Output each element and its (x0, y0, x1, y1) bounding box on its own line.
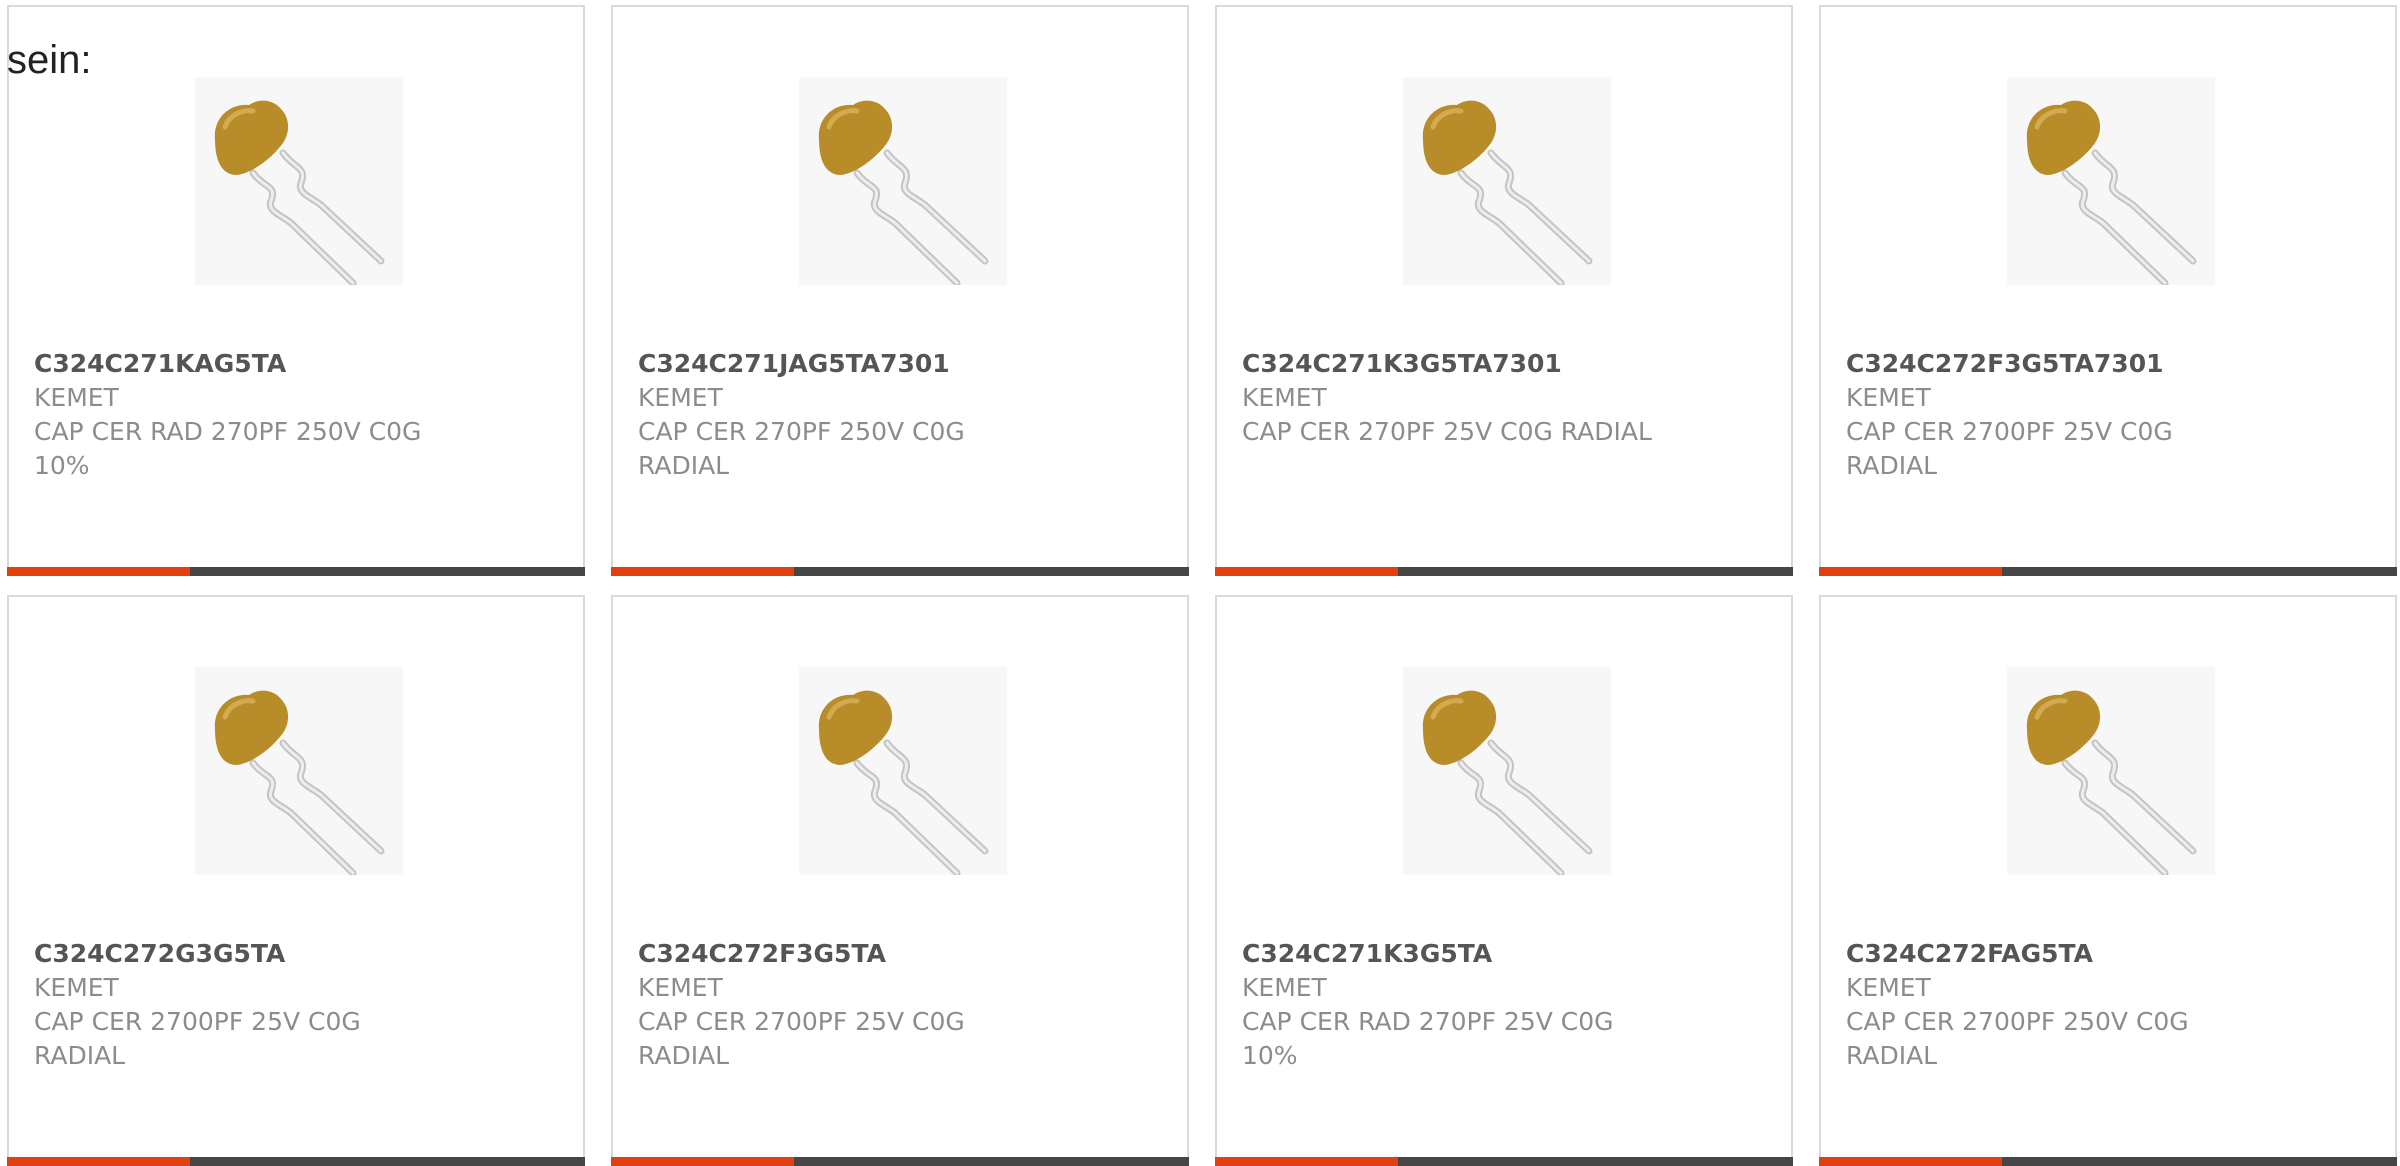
card-footer-bar (1819, 567, 2397, 576)
product-card[interactable]: C324C271K3G5TA KEMET CAP CER RAD 270PF 2… (1215, 595, 1793, 1166)
card-accent-bar (1215, 567, 1398, 576)
part-number[interactable]: C324C271KAG5TA (34, 347, 554, 381)
product-info: C324C272F3G5TA7301 KEMET CAP CER 2700PF … (1846, 347, 2366, 483)
product-image[interactable] (799, 77, 1007, 285)
card-accent-bar (611, 567, 794, 576)
radial-ceramic-capacitor-icon (1422, 690, 1593, 875)
product-description: CAP CER 2700PF 25V C0G RADIAL (34, 1007, 361, 1070)
product-description: CAP CER 270PF 25V C0G RADIAL (1242, 417, 1652, 446)
product-image[interactable] (195, 667, 403, 875)
part-number[interactable]: C324C272G3G5TA (34, 937, 554, 971)
product-description: CAP CER RAD 270PF 25V C0G 10% (1242, 1007, 1614, 1070)
product-image[interactable] (799, 667, 1007, 875)
radial-ceramic-capacitor-icon (214, 690, 385, 875)
product-info: C324C272FAG5TA KEMET CAP CER 2700PF 250V… (1846, 937, 2366, 1073)
product-description: CAP CER 270PF 250V C0G RADIAL (638, 417, 965, 480)
product-description: CAP CER 2700PF 25V C0G RADIAL (1846, 417, 2173, 480)
card-footer-bar (1819, 1157, 2397, 1166)
card-footer-bar (1215, 1157, 1793, 1166)
part-number[interactable]: C324C272F3G5TA (638, 937, 1158, 971)
product-image[interactable] (1403, 667, 1611, 875)
part-number[interactable]: C324C271K3G5TA7301 (1242, 347, 1762, 381)
product-description: CAP CER 2700PF 250V C0G RADIAL (1846, 1007, 2189, 1070)
part-number[interactable]: C324C271JAG5TA7301 (638, 347, 1158, 381)
product-image[interactable] (195, 77, 403, 285)
product-card[interactable]: C324C272FAG5TA KEMET CAP CER 2700PF 250V… (1819, 595, 2397, 1166)
card-footer-bar (1215, 567, 1793, 576)
manufacturer: KEMET (34, 383, 119, 412)
radial-ceramic-capacitor-icon (818, 100, 989, 285)
product-info: C324C271KAG5TA KEMET CAP CER RAD 270PF 2… (34, 347, 554, 483)
product-info: C324C272F3G5TA KEMET CAP CER 2700PF 25V … (638, 937, 1158, 1073)
product-image[interactable] (2007, 77, 2215, 285)
card-accent-bar (1819, 567, 2002, 576)
manufacturer: KEMET (1242, 973, 1327, 1002)
card-footer-bar (611, 1157, 1189, 1166)
card-footer-bar (7, 1157, 585, 1166)
product-card[interactable]: C324C271K3G5TA7301 KEMET CAP CER 270PF 2… (1215, 5, 1793, 576)
product-description: CAP CER 2700PF 25V C0G RADIAL (638, 1007, 965, 1070)
product-card[interactable]: C324C271JAG5TA7301 KEMET CAP CER 270PF 2… (611, 5, 1189, 576)
product-card[interactable]: C324C272F3G5TA KEMET CAP CER 2700PF 25V … (611, 595, 1189, 1166)
manufacturer: KEMET (1242, 383, 1327, 412)
intro-text: sein: (7, 38, 92, 82)
manufacturer: KEMET (638, 383, 723, 412)
product-image[interactable] (2007, 667, 2215, 875)
product-description: CAP CER RAD 270PF 250V C0G 10% (34, 417, 422, 480)
card-accent-bar (1215, 1157, 1398, 1166)
radial-ceramic-capacitor-icon (1422, 100, 1593, 285)
product-card[interactable]: C324C272F3G5TA7301 KEMET CAP CER 2700PF … (1819, 5, 2397, 576)
manufacturer: KEMET (34, 973, 119, 1002)
product-card[interactable]: C324C271KAG5TA KEMET CAP CER RAD 270PF 2… (7, 5, 585, 576)
manufacturer: KEMET (638, 973, 723, 1002)
card-footer-bar (611, 567, 1189, 576)
card-accent-bar (611, 1157, 794, 1166)
product-info: C324C271JAG5TA7301 KEMET CAP CER 270PF 2… (638, 347, 1158, 483)
part-number[interactable]: C324C272FAG5TA (1846, 937, 2366, 971)
card-accent-bar (1819, 1157, 2002, 1166)
part-number[interactable]: C324C272F3G5TA7301 (1846, 347, 2366, 381)
product-info: C324C271K3G5TA KEMET CAP CER RAD 270PF 2… (1242, 937, 1762, 1073)
radial-ceramic-capacitor-icon (214, 100, 385, 285)
radial-ceramic-capacitor-icon (818, 690, 989, 875)
product-image[interactable] (1403, 77, 1611, 285)
manufacturer: KEMET (1846, 973, 1931, 1002)
part-number[interactable]: C324C271K3G5TA (1242, 937, 1762, 971)
card-accent-bar (7, 1157, 190, 1166)
manufacturer: KEMET (1846, 383, 1931, 412)
radial-ceramic-capacitor-icon (2026, 690, 2197, 875)
radial-ceramic-capacitor-icon (2026, 100, 2197, 285)
product-card[interactable]: C324C272G3G5TA KEMET CAP CER 2700PF 25V … (7, 595, 585, 1166)
product-info: C324C271K3G5TA7301 KEMET CAP CER 270PF 2… (1242, 347, 1762, 449)
product-grid: C324C271KAG5TA KEMET CAP CER RAD 270PF 2… (7, 5, 2400, 1166)
product-info: C324C272G3G5TA KEMET CAP CER 2700PF 25V … (34, 937, 554, 1073)
card-footer-bar (7, 567, 585, 576)
card-accent-bar (7, 567, 190, 576)
